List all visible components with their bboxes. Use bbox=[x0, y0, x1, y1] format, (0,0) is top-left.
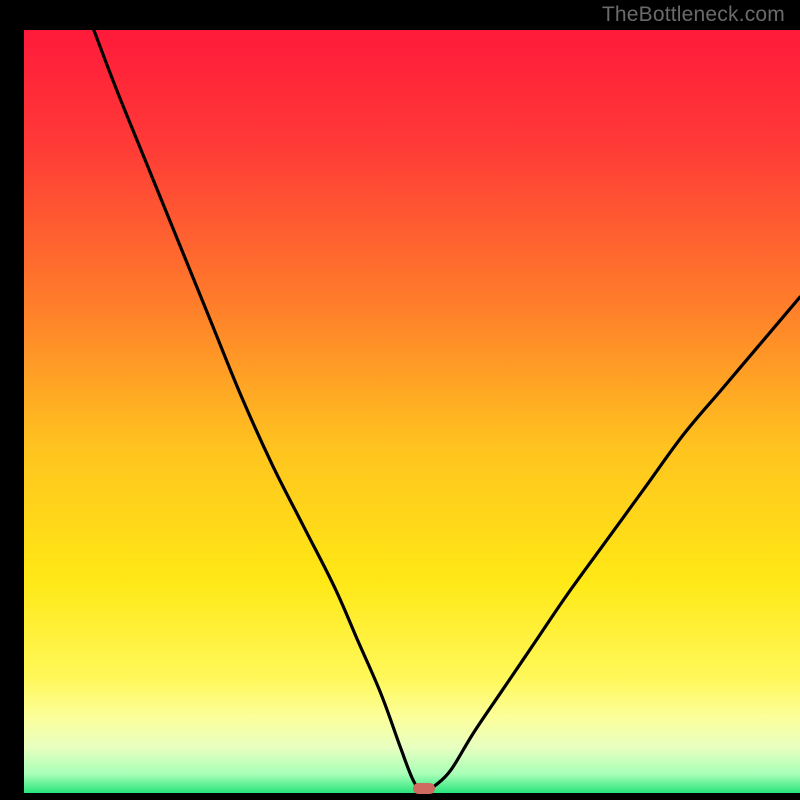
watermark-text: TheBottleneck.com bbox=[602, 3, 785, 27]
chart-frame bbox=[12, 5, 788, 795]
bottleneck-curve bbox=[94, 30, 800, 790]
gradient-background bbox=[24, 30, 800, 793]
plot-area bbox=[24, 30, 800, 793]
chart-svg bbox=[24, 30, 800, 793]
optimal-marker bbox=[413, 783, 435, 794]
